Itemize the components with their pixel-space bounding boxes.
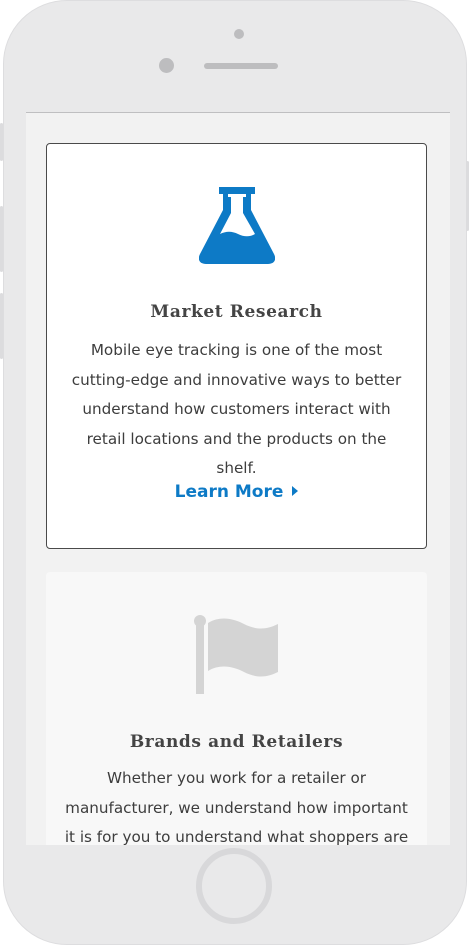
flag-icon <box>193 615 278 694</box>
phone-screen: Market Research Mobile eye tracking is o… <box>26 112 450 845</box>
home-button[interactable] <box>196 848 272 924</box>
volume-down-button <box>0 293 3 359</box>
service-card-market-research: Market Research Mobile eye tracking is o… <box>46 143 427 549</box>
volume-up-button <box>0 206 3 272</box>
card-description: Mobile eye tracking is one of the most c… <box>71 341 402 477</box>
learn-more-link[interactable]: Learn More <box>47 482 426 502</box>
proximity-sensor <box>159 58 174 73</box>
flask-icon <box>198 187 275 264</box>
card-description: Whether you work for a retailer or manuf… <box>64 769 409 845</box>
learn-more-label: Learn More <box>174 482 284 502</box>
mute-switch <box>0 123 3 161</box>
caret-right-icon <box>292 486 299 496</box>
card-icon-wrap <box>46 614 427 694</box>
card-title: Brands and Retailers <box>129 732 344 752</box>
card-icon-wrap <box>47 184 426 264</box>
card-title: Market Research <box>150 302 323 322</box>
earpiece-speaker <box>204 63 278 69</box>
power-button <box>466 161 469 231</box>
service-card-brands-retailers: Brands and Retailers Whether you work fo… <box>46 572 427 845</box>
front-camera <box>234 29 244 39</box>
